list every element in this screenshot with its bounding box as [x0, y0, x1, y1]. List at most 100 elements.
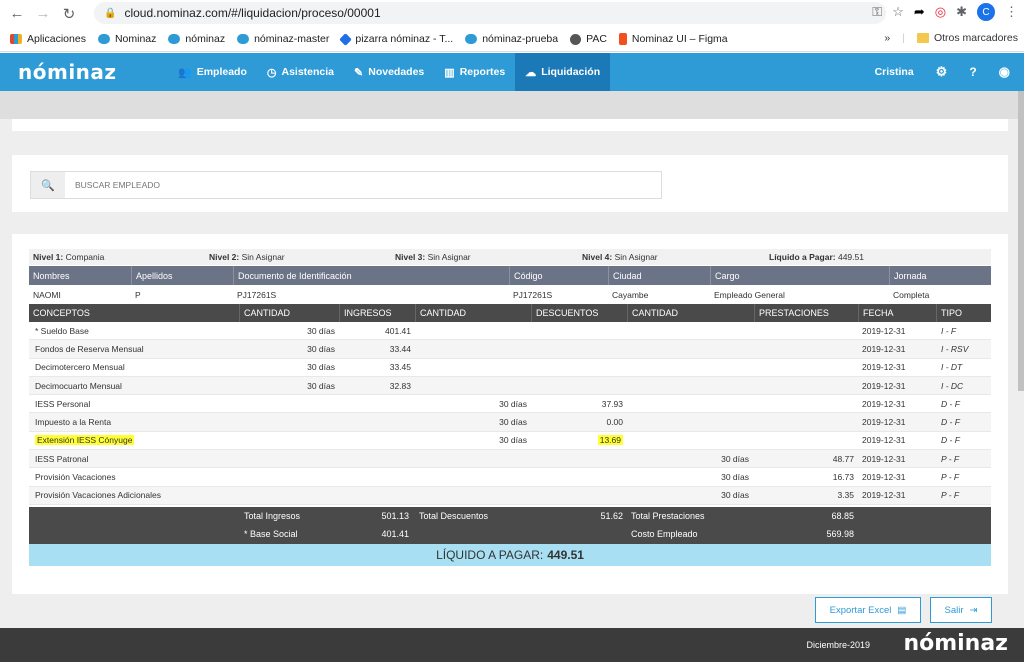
profile-avatar[interactable]: C: [977, 3, 995, 21]
col-cantidad-ing: CANTIDAD: [239, 304, 290, 322]
star-icon[interactable]: ☆: [892, 4, 904, 20]
cell-prestaciones: [804, 377, 854, 394]
extension-icon[interactable]: ◎: [935, 4, 946, 20]
separator: |: [902, 32, 905, 44]
figma-icon: [618, 33, 627, 45]
cell-descuentos: [579, 450, 623, 467]
cloud-icon: [168, 34, 181, 44]
cell-fecha: 2019-12-31: [862, 435, 906, 446]
card-top: [12, 119, 1008, 131]
footer: Diciembre-2019 nóminaz: [0, 628, 1024, 662]
apps-icon: [10, 34, 22, 44]
bookmark-otros[interactable]: Otros marcadores: [916, 32, 1018, 44]
search-input[interactable]: [65, 172, 661, 198]
address-bar[interactable]: 🔒 cloud.nominaz.com/#/liquidacion/proces…: [94, 2, 886, 24]
liquido-a-pagar-banner: LÍQUIDO A PAGAR: 449.51: [29, 544, 991, 566]
cell-ingresos: [369, 487, 411, 504]
cell-ingresos: 32.83: [389, 380, 411, 391]
account-icon[interactable]: ◉: [999, 64, 1010, 80]
bookmark-figma[interactable]: Nominaz UI – Figma: [618, 33, 728, 45]
settings-icon[interactable]: ⚙: [936, 64, 948, 80]
cell-cant-prest: 30 días: [721, 490, 749, 501]
cell-cant-ing: 30 días: [307, 343, 335, 354]
cell-concepto: Impuesto a la Renta: [35, 417, 112, 428]
cell-ingresos: 33.45: [389, 362, 411, 373]
browser-toolbar: ← → ↻ 🔒 cloud.nominaz.com/#/liquidacion/…: [0, 0, 1024, 27]
cell-fecha: 2019-12-31: [862, 472, 906, 483]
exit-button[interactable]: Salir ⇥: [930, 597, 992, 623]
top-strip: [0, 91, 1024, 119]
bookmark-nominaz[interactable]: Nominaz: [97, 33, 156, 45]
cloud-icon: [237, 34, 250, 44]
col-cantidad-prest: CANTIDAD: [627, 304, 678, 322]
folder-icon: [916, 33, 929, 43]
total-ingresos-label: Total Ingresos: [244, 511, 301, 521]
nav-liquidacion[interactable]: ☁ Liquidación: [515, 53, 611, 91]
cell-tipo: D - F: [941, 435, 960, 446]
cell-cant-desc: [469, 450, 527, 467]
cloud-icon: [97, 34, 110, 44]
menu-dots-icon[interactable]: ⋮: [1005, 4, 1018, 20]
scrollbar[interactable]: [1018, 91, 1024, 391]
export-excel-button[interactable]: Exportar Excel ▤: [815, 597, 921, 623]
nav-asistencia[interactable]: ◷ Asistencia: [257, 53, 344, 91]
cell-cant-ing: 30 días: [307, 325, 335, 336]
cell-fecha: 2019-12-31: [862, 453, 906, 464]
more-bookmarks-icon[interactable]: »: [884, 32, 890, 44]
help-icon[interactable]: ?: [969, 65, 976, 79]
cell-concepto: IESS Personal: [35, 398, 91, 409]
footer-logo: nóminaz: [903, 631, 1008, 656]
cell-cant-prest: [691, 322, 749, 339]
cell-tipo: D - F: [941, 398, 960, 409]
cell-cant-ing: [279, 468, 335, 485]
search-icon[interactable]: 🔍: [31, 172, 65, 198]
nominaz-logo[interactable]: nóminaz: [18, 60, 168, 84]
cell-tipo: D - F: [941, 417, 960, 428]
cell-fecha: 2019-12-31: [862, 490, 906, 501]
bookmark-nominaz-2[interactable]: nóminaz: [168, 33, 225, 45]
col-prestaciones: PRESTACIONES: [754, 304, 829, 322]
nav-reportes[interactable]: ▥ Reportes: [434, 53, 515, 91]
bookmark-pac[interactable]: PAC: [570, 33, 607, 45]
puzzle-icon[interactable]: ✱: [956, 4, 967, 20]
costo-empleado-value: 569.98: [826, 529, 854, 539]
lock-icon: 🔒: [104, 7, 117, 19]
cell-cant-prest: [691, 413, 749, 430]
cell-descuentos: [579, 340, 623, 357]
share-icon[interactable]: ➦: [914, 4, 925, 20]
diamond-icon: [339, 32, 353, 46]
nav-novedades[interactable]: ✎ Novedades: [344, 53, 434, 91]
col-tipo: TIPO: [936, 304, 962, 322]
clock-icon: ◷: [266, 66, 277, 79]
cell-cant-desc: [469, 322, 527, 339]
bookmark-aplicaciones[interactable]: Aplicaciones: [10, 33, 86, 45]
user-name[interactable]: Cristina: [875, 66, 914, 78]
cell-descuentos: 13.69: [597, 435, 623, 446]
total-ingresos-value: 501.13: [381, 511, 409, 521]
col-descuentos: DESCUENTOS: [531, 304, 598, 322]
val-ciudad: Cayambe: [612, 290, 649, 300]
col-apellidos: Apellidos: [131, 266, 173, 285]
cell-cant-ing: 30 días: [307, 362, 335, 373]
back-icon[interactable]: ←: [4, 1, 30, 27]
cell-cant-ing: [279, 432, 335, 449]
cell-ingresos: [369, 468, 411, 485]
total-descuentos-label: Total Descuentos: [419, 511, 489, 521]
bar-chart-icon: ▥: [444, 66, 455, 79]
cell-cant-ing: [279, 450, 335, 467]
cell-fecha: 2019-12-31: [862, 343, 906, 354]
bookmark-pizarra[interactable]: pizarra nóminaz - T...: [339, 32, 453, 46]
reload-icon[interactable]: ↻: [56, 1, 82, 27]
col-fecha: FECHA: [858, 304, 894, 322]
period-date: Diciembre-2019: [806, 640, 870, 650]
cell-descuentos: [579, 487, 623, 504]
sign-out-icon: ⇥: [969, 604, 978, 616]
bookmark-nominaz-prueba[interactable]: nóminaz-prueba: [465, 33, 558, 45]
bookmark-nominaz-master[interactable]: nóminaz-master: [237, 33, 329, 45]
key-icon[interactable]: ⚿: [872, 4, 882, 20]
forward-icon[interactable]: →: [30, 1, 56, 27]
cell-cant-prest: [691, 340, 749, 357]
cell-prestaciones: 3.35: [837, 490, 854, 501]
nav-empleado[interactable]: 👥 Empleado: [168, 53, 257, 91]
cell-cant-desc: [469, 377, 527, 394]
